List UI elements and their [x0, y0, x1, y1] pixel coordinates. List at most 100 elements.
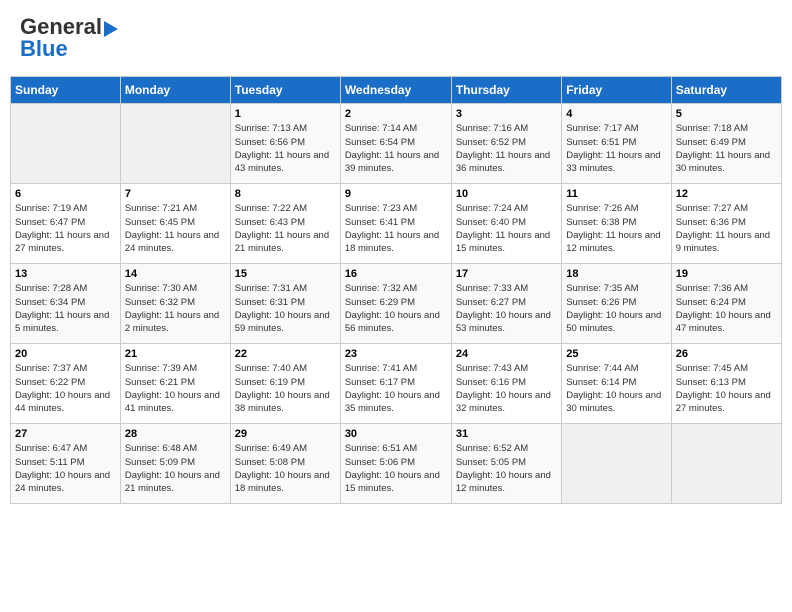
calendar-cell: 8 Sunrise: 7:22 AM Sunset: 6:43 PM Daylig… [230, 184, 340, 264]
calendar-cell: 31 Sunrise: 6:52 AM Sunset: 5:05 PM Dayli… [451, 424, 561, 504]
day-info: Sunrise: 7:39 AM Sunset: 6:21 PM Dayligh… [125, 362, 226, 415]
logo-arrow-icon [104, 21, 118, 37]
day-info: Sunrise: 7:33 AM Sunset: 6:27 PM Dayligh… [456, 282, 557, 335]
calendar-cell: 23 Sunrise: 7:41 AM Sunset: 6:17 PM Dayli… [340, 344, 451, 424]
calendar-cell: 20 Sunrise: 7:37 AM Sunset: 6:22 PM Dayli… [11, 344, 121, 424]
day-number: 14 [125, 268, 226, 280]
calendar-week-row: 6 Sunrise: 7:19 AM Sunset: 6:47 PM Daylig… [11, 184, 782, 264]
calendar-cell: 16 Sunrise: 7:32 AM Sunset: 6:29 PM Dayli… [340, 264, 451, 344]
day-info: Sunrise: 7:30 AM Sunset: 6:32 PM Dayligh… [125, 282, 226, 335]
day-number: 24 [456, 348, 557, 360]
day-number: 22 [235, 348, 336, 360]
calendar-cell: 1 Sunrise: 7:13 AM Sunset: 6:56 PM Daylig… [230, 104, 340, 184]
day-number: 12 [676, 188, 777, 200]
day-info: Sunrise: 7:43 AM Sunset: 6:16 PM Dayligh… [456, 362, 557, 415]
calendar-week-row: 13 Sunrise: 7:28 AM Sunset: 6:34 PM Dayli… [11, 264, 782, 344]
day-info: Sunrise: 7:19 AM Sunset: 6:47 PM Dayligh… [15, 202, 116, 255]
calendar-cell: 13 Sunrise: 7:28 AM Sunset: 6:34 PM Dayli… [11, 264, 121, 344]
day-info: Sunrise: 7:27 AM Sunset: 6:36 PM Dayligh… [676, 202, 777, 255]
day-number: 11 [566, 188, 666, 200]
calendar-cell: 7 Sunrise: 7:21 AM Sunset: 6:45 PM Daylig… [120, 184, 230, 264]
calendar-cell: 24 Sunrise: 7:43 AM Sunset: 6:16 PM Dayli… [451, 344, 561, 424]
day-number: 13 [15, 268, 116, 280]
day-info: Sunrise: 7:14 AM Sunset: 6:54 PM Dayligh… [345, 122, 447, 175]
day-number: 5 [676, 108, 777, 120]
calendar-header-row: SundayMondayTuesdayWednesdayThursdayFrid… [11, 77, 782, 104]
calendar-cell: 29Sunrise: 6:49 AM Sunset: 5:08 PM Dayli… [230, 424, 340, 504]
day-info: Sunrise: 7:18 AM Sunset: 6:49 PM Dayligh… [676, 122, 777, 175]
day-info: Sunrise: 7:37 AM Sunset: 6:22 PM Dayligh… [15, 362, 116, 415]
day-number: 16 [345, 268, 447, 280]
day-number: 7 [125, 188, 226, 200]
calendar-cell: 4Sunrise: 7:17 AM Sunset: 6:51 PM Daylig… [562, 104, 671, 184]
day-number: 20 [15, 348, 116, 360]
day-of-week-header: Monday [120, 77, 230, 104]
day-info: Sunrise: 7:26 AM Sunset: 6:38 PM Dayligh… [566, 202, 666, 255]
day-of-week-header: Tuesday [230, 77, 340, 104]
calendar-cell: 18Sunrise: 7:35 AM Sunset: 6:26 PM Dayli… [562, 264, 671, 344]
day-number: 10 [456, 188, 557, 200]
day-info: Sunrise: 6:48 AM Sunset: 5:09 PM Dayligh… [125, 442, 226, 495]
day-number: 3 [456, 108, 557, 120]
day-info: Sunrise: 7:45 AM Sunset: 6:13 PM Dayligh… [676, 362, 777, 415]
day-info: Sunrise: 7:41 AM Sunset: 6:17 PM Dayligh… [345, 362, 447, 415]
day-info: Sunrise: 7:22 AM Sunset: 6:43 PM Dayligh… [235, 202, 336, 255]
day-number: 9 [345, 188, 447, 200]
day-info: Sunrise: 7:21 AM Sunset: 6:45 PM Dayligh… [125, 202, 226, 255]
day-info: Sunrise: 7:16 AM Sunset: 6:52 PM Dayligh… [456, 122, 557, 175]
day-of-week-header: Wednesday [340, 77, 451, 104]
day-number: 6 [15, 188, 116, 200]
calendar-cell: 10 Sunrise: 7:24 AM Sunset: 6:40 PM Dayli… [451, 184, 561, 264]
day-number: 15 [235, 268, 336, 280]
day-info: Sunrise: 7:24 AM Sunset: 6:40 PM Dayligh… [456, 202, 557, 255]
calendar-cell: 25 Sunrise: 7:44 AM Sunset: 6:14 PM Dayli… [562, 344, 671, 424]
calendar-cell: 3 Sunrise: 7:16 AM Sunset: 6:52 PM Daylig… [451, 104, 561, 184]
day-number: 23 [345, 348, 447, 360]
day-info: Sunrise: 7:32 AM Sunset: 6:29 PM Dayligh… [345, 282, 447, 335]
calendar-cell [11, 104, 121, 184]
calendar-cell: 15 Sunrise: 7:31 AM Sunset: 6:31 PM Dayli… [230, 264, 340, 344]
day-number: 31 [456, 428, 557, 440]
day-number: 30 [345, 428, 447, 440]
calendar-week-row: 20 Sunrise: 7:37 AM Sunset: 6:22 PM Dayli… [11, 344, 782, 424]
day-info: Sunrise: 6:47 AM Sunset: 5:11 PM Dayligh… [15, 442, 116, 495]
page-header: General Blue [10, 10, 782, 66]
calendar-cell: 28Sunrise: 6:48 AM Sunset: 5:09 PM Dayli… [120, 424, 230, 504]
calendar-cell: 30 Sunrise: 6:51 AM Sunset: 5:06 PM Dayli… [340, 424, 451, 504]
day-number: 8 [235, 188, 336, 200]
calendar-cell: 14 Sunrise: 7:30 AM Sunset: 6:32 PM Dayli… [120, 264, 230, 344]
calendar-cell: 11 Sunrise: 7:26 AM Sunset: 6:38 PM Dayli… [562, 184, 671, 264]
day-number: 18 [566, 268, 666, 280]
day-info: Sunrise: 6:49 AM Sunset: 5:08 PM Dayligh… [235, 442, 336, 495]
day-info: Sunrise: 6:52 AM Sunset: 5:05 PM Dayligh… [456, 442, 557, 495]
day-number: 26 [676, 348, 777, 360]
day-info: Sunrise: 7:17 AM Sunset: 6:51 PM Dayligh… [566, 122, 666, 175]
calendar-cell [562, 424, 671, 504]
day-info: Sunrise: 7:36 AM Sunset: 6:24 PM Dayligh… [676, 282, 777, 335]
day-info: Sunrise: 6:51 AM Sunset: 5:06 PM Dayligh… [345, 442, 447, 495]
calendar-cell: 12 Sunrise: 7:27 AM Sunset: 6:36 PM Dayli… [671, 184, 781, 264]
day-of-week-header: Saturday [671, 77, 781, 104]
day-info: Sunrise: 7:28 AM Sunset: 6:34 PM Dayligh… [15, 282, 116, 335]
calendar-cell: 9Sunrise: 7:23 AM Sunset: 6:41 PM Daylig… [340, 184, 451, 264]
day-of-week-header: Sunday [11, 77, 121, 104]
day-info: Sunrise: 7:44 AM Sunset: 6:14 PM Dayligh… [566, 362, 666, 415]
calendar-cell: 6 Sunrise: 7:19 AM Sunset: 6:47 PM Daylig… [11, 184, 121, 264]
day-info: Sunrise: 7:31 AM Sunset: 6:31 PM Dayligh… [235, 282, 336, 335]
calendar-cell: 19 Sunrise: 7:36 AM Sunset: 6:24 PM Dayli… [671, 264, 781, 344]
day-info: Sunrise: 7:40 AM Sunset: 6:19 PM Dayligh… [235, 362, 336, 415]
day-number: 19 [676, 268, 777, 280]
calendar-table: SundayMondayTuesdayWednesdayThursdayFrid… [10, 76, 782, 504]
calendar-week-row: 27Sunrise: 6:47 AM Sunset: 5:11 PM Dayli… [11, 424, 782, 504]
day-number: 17 [456, 268, 557, 280]
calendar-cell [671, 424, 781, 504]
calendar-cell: 5 Sunrise: 7:18 AM Sunset: 6:49 PM Daylig… [671, 104, 781, 184]
day-of-week-header: Friday [562, 77, 671, 104]
day-number: 1 [235, 108, 336, 120]
calendar-cell: 26 Sunrise: 7:45 AM Sunset: 6:13 PM Dayli… [671, 344, 781, 424]
calendar-cell: 17 Sunrise: 7:33 AM Sunset: 6:27 PM Dayli… [451, 264, 561, 344]
calendar-cell [120, 104, 230, 184]
calendar-cell: 21Sunrise: 7:39 AM Sunset: 6:21 PM Dayli… [120, 344, 230, 424]
day-info: Sunrise: 7:13 AM Sunset: 6:56 PM Dayligh… [235, 122, 336, 175]
day-number: 25 [566, 348, 666, 360]
